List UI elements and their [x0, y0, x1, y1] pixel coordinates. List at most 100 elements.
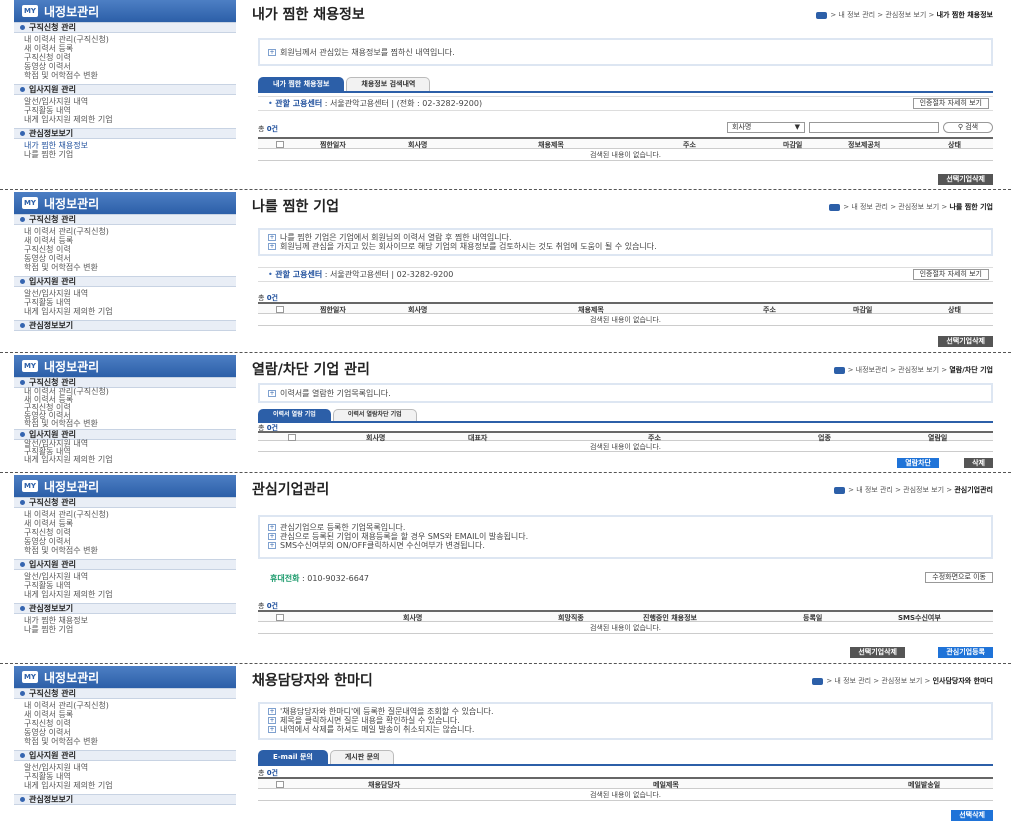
sidebar-item-video[interactable]: 동영상 이력서 [24, 62, 236, 71]
sidebar-item-favorited-by[interactable]: 나를 찜한 기업 [24, 150, 236, 159]
sidebar-item-offers[interactable]: 내게 입사지원 제의한 기업 [24, 307, 236, 316]
tab-favorite-jobs[interactable]: 내가 찜한 채용정보 [258, 77, 345, 91]
sidebar-section-label: 구직신청 관리 [29, 23, 76, 32]
guide-button[interactable]: 인증절차 자세히 보기 [912, 98, 989, 109]
home-icon[interactable] [816, 11, 828, 19]
search-select[interactable]: 회사명 ▼ [727, 122, 805, 133]
sidebar-item-offers[interactable]: 내게 입사지원 제의한 기업 [24, 781, 236, 790]
bullet-icon [20, 562, 25, 567]
sidebar-section-interest[interactable]: 관심정보보기 [14, 603, 236, 614]
info-box: + '채용담당자와 한마디'에 등록한 질문내역을 조회할 수 있습니다. + 제목… [258, 702, 993, 740]
bullet-icon [20, 797, 25, 802]
sidebar-item-score[interactable]: 학점 및 어학점수 변환 [24, 546, 236, 555]
edit-button[interactable]: 수정화면으로 이동 [925, 572, 993, 583]
search-input[interactable] [809, 122, 939, 133]
sidebar-item-favorited-by[interactable]: 나를 찜한 기업 [24, 625, 236, 634]
sidebar-section-job[interactable]: 구직신청 관리 [14, 214, 236, 225]
select-all-checkbox[interactable] [276, 614, 284, 621]
sidebar-item-favorite-jobs[interactable]: 내가 찜한 채용정보 [24, 141, 236, 150]
sidebar-item-referral[interactable]: 알선/입사지원 내역 [24, 763, 236, 772]
delete-selected-button[interactable]: 선택삭제 [951, 810, 993, 821]
sidebar-item-referral[interactable]: 알선/입사지원 내역 [24, 572, 236, 581]
sidebar-item-new-resume[interactable]: 새 이력서 등록 [24, 519, 236, 528]
sidebar-item-history[interactable]: 구직신청 이력 [24, 245, 236, 254]
col-sms: SMS수신여부 [898, 614, 941, 622]
sidebar-item-referral[interactable]: 알선/입사지원 내역 [24, 97, 236, 106]
select-all-checkbox[interactable] [276, 306, 284, 313]
select-all-checkbox[interactable] [276, 781, 284, 788]
sidebar-item-score[interactable]: 학점 및 어학점수 변환 [24, 263, 236, 272]
sidebar-item-score[interactable]: 학점 및 어학점수 변환 [24, 71, 236, 80]
sidebar-item-resume[interactable]: 내 이력서 관리(구직신청) [24, 510, 236, 519]
tab-search-history[interactable]: 채용정보 검색내역 [346, 77, 431, 91]
sidebar-item-history[interactable]: 구직신청 이력 [24, 53, 236, 62]
sidebar-item-activity[interactable]: 구직활동 내역 [24, 106, 236, 115]
bullet-icon [20, 432, 25, 437]
breadcrumb-path: > 내 정보 관리 > 관심정보 보기 > [843, 203, 948, 211]
sidebar-section-apply[interactable]: 입사지원 관리 [14, 276, 236, 287]
empty-row: 검색된 내용이 없습니다. [258, 442, 993, 452]
guide-button[interactable]: 인증절차 자세히 보기 [912, 269, 989, 280]
bullet-icon [20, 323, 25, 328]
sidebar-section-job[interactable]: 구직신청 관리 [14, 688, 236, 699]
sidebar-item-history[interactable]: 구직신청 이력 [24, 719, 236, 728]
sidebar-section-job[interactable]: 구직신청 관리 [14, 22, 236, 33]
col-date: 찜한일자 [320, 306, 346, 314]
sidebar-item-offers[interactable]: 내게 입사지원 제의한 기업 [24, 456, 236, 464]
sidebar-item-favorite-jobs[interactable]: 내가 찜한 채용정보 [24, 616, 236, 625]
sidebar-item-video[interactable]: 동영상 이력서 [24, 537, 236, 546]
search-button[interactable]: ⚲ 검색 [943, 122, 993, 133]
sidebar-item-history[interactable]: 구직신청 이력 [24, 528, 236, 537]
sidebar-item-offers[interactable]: 내게 입사지원 제의한 기업 [24, 115, 236, 124]
sidebar-section-interest[interactable]: 관심정보보기 [14, 320, 236, 331]
home-icon[interactable] [833, 366, 845, 374]
sidebar-item-new-resume[interactable]: 새 이력서 등록 [24, 710, 236, 719]
sidebar-section-apply[interactable]: 입사지원 관리 [14, 84, 236, 95]
sidebar-section-job[interactable]: 구직신청 관리 [14, 497, 236, 508]
panel-favorite-jobs: MY 내정보관리 구직신청 관리 내 이력서 관리(구직신청) 새 이력서 등록 … [0, 0, 1011, 188]
col-deadline: 마감일 [853, 306, 873, 314]
sidebar-item-new-resume[interactable]: 새 이력서 등록 [24, 44, 236, 53]
sidebar-item-resume[interactable]: 내 이력서 관리(구직신청) [24, 227, 236, 236]
delete-button[interactable]: 삭제 [964, 458, 993, 468]
sidebar-item-score[interactable]: 학점 및 어학점수 변환 [24, 737, 236, 746]
tab-viewed[interactable]: 이력서 열람 기업 [258, 409, 331, 421]
sidebar-section-label: 관심정보보기 [29, 604, 74, 613]
sidebar-section-label: 관심정보보기 [29, 129, 74, 138]
home-icon[interactable] [834, 486, 846, 494]
sidebar-section-interest[interactable]: 관심정보보기 [14, 128, 236, 139]
sidebar-item-video[interactable]: 동영상 이력서 [24, 254, 236, 263]
tab-board-inquiry[interactable]: 게시판 문의 [329, 750, 395, 764]
tab-blocked[interactable]: 이력서 열람차단 기업 [332, 409, 417, 421]
home-icon[interactable] [829, 203, 841, 211]
sidebar-item-resume[interactable]: 내 이력서 관리(구직신청) [24, 701, 236, 710]
sidebar-item-activity[interactable]: 구직활동 내역 [24, 581, 236, 590]
sidebar-item-activity[interactable]: 구직활동 내역 [24, 772, 236, 781]
sidebar-section-apply[interactable]: 입사지원 관리 [14, 750, 236, 761]
count-label: 총 [258, 602, 265, 610]
delete-selected-button[interactable]: 선택기업삭제 [938, 336, 993, 347]
select-all-checkbox[interactable] [276, 141, 284, 148]
info-box: + 나를 찜한 기업은 기업에서 회원님의 이력서 열람 후 찜한 내역입니다. … [258, 228, 993, 256]
breadcrumb-current: 열람/차단 기업 [949, 366, 993, 374]
sidebar-section-interest[interactable]: 관심정보보기 [14, 794, 236, 805]
sidebar-item-activity[interactable]: 구직활동 내역 [24, 298, 236, 307]
delete-selected-button[interactable]: 선택기업삭제 [850, 647, 905, 658]
sidebar-item-resume[interactable]: 내 이력서 관리(구직신청) [24, 35, 236, 44]
col-title: 채용제목 [578, 306, 604, 314]
delete-selected-button[interactable]: 선택기업삭제 [938, 174, 993, 185]
home-icon[interactable] [812, 677, 824, 685]
sidebar-item-offers[interactable]: 내게 입사지원 제의한 기업 [24, 590, 236, 599]
select-all-checkbox[interactable] [288, 434, 296, 441]
add-interest-button[interactable]: 관심기업등록 [938, 647, 993, 658]
sidebar-item-referral[interactable]: 알선/입사지원 내역 [24, 289, 236, 298]
sidebar-item-video[interactable]: 동영상 이력서 [24, 728, 236, 737]
sidebar-section-apply[interactable]: 입사지원 관리 [14, 559, 236, 570]
breadcrumb-current: 관심기업관리 [954, 486, 993, 494]
info-text: 회원님께 관심을 가지고 있는 회사이므로 해당 기업의 채용정보를 검토하시는… [280, 242, 657, 251]
sidebar-item-new-resume[interactable]: 새 이력서 등록 [24, 236, 236, 245]
block-button[interactable]: 열람차단 [897, 458, 939, 468]
divider [0, 189, 1011, 190]
tab-email-inquiry[interactable]: E-mail 문의 [258, 750, 328, 764]
sidebar-item-score[interactable]: 학점 및 어학점수 변환 [24, 420, 236, 428]
